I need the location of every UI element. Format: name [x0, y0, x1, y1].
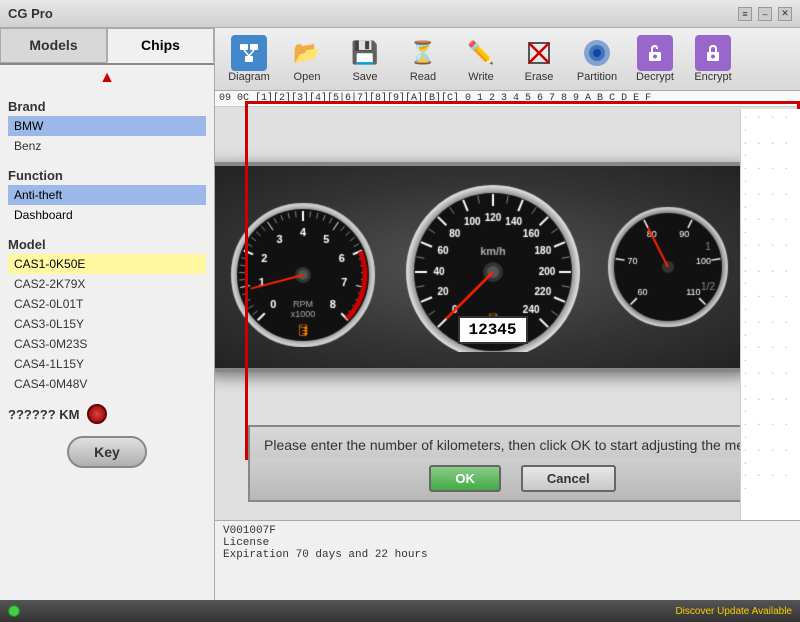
- work-area: 09 0C [1][2][3][4][5|6|7][8][9][A][B][C]…: [215, 91, 800, 520]
- model-item-cas1[interactable]: CAS1-0K50E: [8, 254, 206, 274]
- partition-button[interactable]: Partition: [571, 32, 623, 86]
- open-label: Open: [294, 71, 321, 83]
- brand-section: Brand BMW Benz: [0, 91, 214, 160]
- tab-models[interactable]: Models: [0, 28, 107, 63]
- save-button[interactable]: 💾 Save: [339, 32, 391, 86]
- erase-label: Erase: [525, 71, 554, 83]
- open-icon: 📂: [289, 35, 325, 71]
- model-item-cas2-2k79x[interactable]: CAS2-2K79X: [8, 274, 206, 294]
- status-bar: V001007F License Expiration 70 days and …: [215, 520, 800, 600]
- update-text: Discover Update Available: [675, 606, 792, 617]
- function-item-dashboard[interactable]: Dashboard: [8, 205, 206, 225]
- minimize-button[interactable]: –: [758, 7, 772, 21]
- cancel-button[interactable]: Cancel: [521, 465, 616, 492]
- sidebar-arrow: ▲: [0, 65, 214, 91]
- function-section: Function Anti-theft Dashboard: [0, 160, 214, 229]
- function-title: Function: [8, 164, 206, 185]
- close-button[interactable]: ✕: [778, 7, 792, 21]
- key-button[interactable]: Key: [67, 436, 147, 468]
- model-item-cas2-0l01t[interactable]: CAS2-0L01T: [8, 294, 206, 314]
- hex-row: 09 0C [1][2][3][4][5|6|7][8][9][A][B][C]…: [215, 91, 800, 107]
- model-title: Model: [8, 233, 206, 254]
- model-list: CAS1-0K50E CAS2-2K79X CAS2-0L01T CAS3-0L…: [8, 254, 206, 394]
- diagram-label: Diagram: [228, 71, 270, 83]
- menu-icon[interactable]: ≡: [738, 7, 752, 21]
- title-bar: CG Pro ≡ – ✕: [0, 0, 800, 28]
- temp-gauge: [603, 187, 733, 347]
- brand-item-bmw[interactable]: BMW: [8, 116, 206, 136]
- window-controls: ≡ – ✕: [738, 7, 792, 21]
- read-button[interactable]: ⏳ Read: [397, 32, 449, 86]
- footer-left: [8, 605, 20, 617]
- erase-icon: [521, 35, 557, 71]
- open-button[interactable]: 📂 Open: [281, 32, 333, 86]
- write-button[interactable]: ✏️ Write: [455, 32, 507, 86]
- km-label: ?????? KM: [8, 407, 79, 422]
- sidebar-tabs: Models Chips: [0, 28, 214, 65]
- encrypt-button[interactable]: Encrypt: [687, 32, 739, 86]
- read-label: Read: [410, 71, 436, 83]
- rpm-gauge: [223, 187, 383, 347]
- diagram-icon: [231, 35, 267, 71]
- diagram-button[interactable]: Diagram: [223, 32, 275, 86]
- partition-icon: [579, 35, 615, 71]
- dialog-message-text: Please enter the number of kilometers, t…: [264, 437, 764, 453]
- decrypt-button[interactable]: Decrypt: [629, 32, 681, 86]
- status-line-1: V001007F: [223, 525, 792, 537]
- save-label: Save: [352, 71, 377, 83]
- model-section: Model CAS1-0K50E CAS2-2K79X CAS2-0L01T C…: [0, 229, 214, 398]
- toolbar: Diagram 📂 Open 💾 Save ⏳ Read ✏️ Write: [215, 28, 800, 91]
- encrypt-label: Encrypt: [694, 71, 731, 83]
- function-item-antitheft[interactable]: Anti-theft: [8, 185, 206, 205]
- model-item-cas4-1l15y[interactable]: CAS4-1L15Y: [8, 354, 206, 374]
- title-text: CG Pro: [8, 6, 53, 21]
- partition-label: Partition: [577, 71, 617, 83]
- write-label: Write: [468, 71, 493, 83]
- content-area: Diagram 📂 Open 💾 Save ⏳ Read ✏️ Write: [215, 28, 800, 600]
- decrypt-label: Decrypt: [636, 71, 674, 83]
- encrypt-icon: [695, 35, 731, 71]
- save-icon: 💾: [347, 35, 383, 71]
- footer-bar: Discover Update Available: [0, 600, 800, 622]
- brand-item-benz[interactable]: Benz: [8, 136, 206, 156]
- ok-button[interactable]: OK: [429, 465, 501, 492]
- sidebar: Models Chips ▲ Brand BMW Benz Function A…: [0, 28, 215, 600]
- write-icon: ✏️: [463, 35, 499, 71]
- hex-dots-area: . . . . .. . . . .. . . . .. . . . .. . …: [740, 109, 800, 520]
- status-line-2: License: [223, 537, 792, 549]
- erase-button[interactable]: Erase: [513, 32, 565, 86]
- dashboard-display: 12345: [215, 162, 753, 372]
- read-icon: ⏳: [405, 35, 441, 71]
- status-line-3: Expiration 70 days and 22 hours: [223, 549, 792, 561]
- decrypt-icon: [637, 35, 673, 71]
- km-input[interactable]: 12345: [458, 316, 528, 344]
- status-dot-icon: [8, 605, 20, 617]
- km-row: ?????? KM: [0, 398, 214, 430]
- model-item-cas3-0l15y[interactable]: CAS3-0L15Y: [8, 314, 206, 334]
- km-circle-icon: [87, 404, 107, 424]
- tab-chips[interactable]: Chips: [107, 28, 214, 63]
- dialog-buttons: OK Cancel: [248, 457, 797, 502]
- speed-gauge: 12345: [393, 182, 593, 352]
- brand-title: Brand: [8, 95, 206, 116]
- main-container: Models Chips ▲ Brand BMW Benz Function A…: [0, 28, 800, 600]
- model-item-cas4-0m48v[interactable]: CAS4-0M48V: [8, 374, 206, 394]
- model-item-cas3-0m23s[interactable]: CAS3-0M23S: [8, 334, 206, 354]
